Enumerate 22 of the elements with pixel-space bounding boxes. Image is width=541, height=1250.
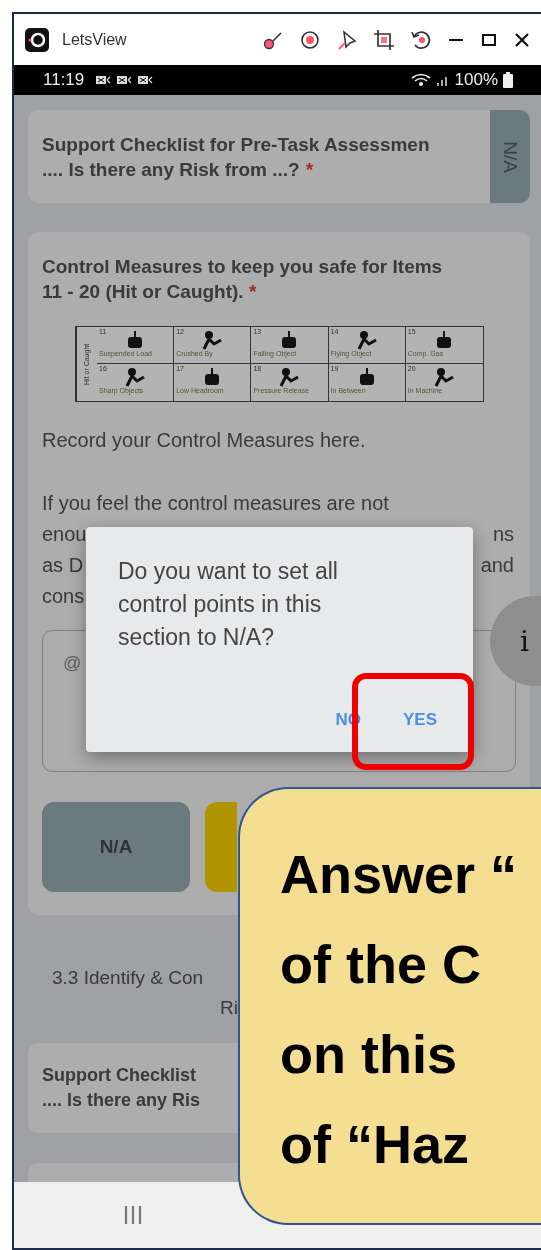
checklist-title: Support Checklist [42, 1064, 198, 1087]
battery-percentage: 100% [454, 70, 498, 90]
card-title: Control Measures to keep you safe for Items 11 - 20 (Hit or Caught). * [42, 255, 444, 304]
status-time: 11:19 [43, 70, 85, 90]
callout-text: of “Haz [280, 1113, 469, 1176]
note-text: and [480, 553, 514, 578]
note-text: enou [42, 522, 87, 547]
note-text: cons [42, 584, 85, 609]
note-text: If you feel the control measures are not [42, 491, 390, 516]
checklist-title: .... Is there any Ris [42, 1089, 202, 1112]
callout-text: of the C [280, 933, 481, 996]
instruction-text: Record your Control Measures here. [42, 428, 367, 452]
note-text: ns [492, 522, 514, 547]
note-text: as D [42, 553, 84, 578]
checklist-title: .... Is there any Risk from ...? * [42, 157, 315, 182]
section-title: Ri [220, 996, 238, 1020]
window-title: LetsView [62, 30, 127, 49]
checklist-title: Support Checklist for Pre-Task Assessmen [42, 132, 431, 157]
callout-text: Answer “ [280, 843, 518, 906]
dialog-message: Do you want to set all control points in this section to N/A? [118, 557, 339, 652]
callout-text: on this [280, 1023, 457, 1086]
section-title: 3.3 Identify & Con [52, 966, 204, 990]
